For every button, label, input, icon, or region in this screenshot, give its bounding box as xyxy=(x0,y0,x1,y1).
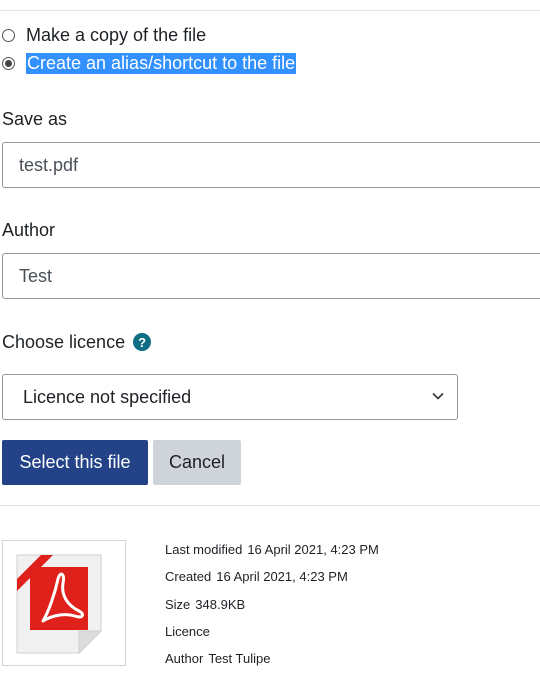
save-as-label: Save as xyxy=(2,109,68,129)
last-modified-label: Last modified xyxy=(165,542,243,557)
size-value: 348.9KB xyxy=(195,597,246,612)
meta-last-modified: Last modified 16 April 2021, 4:23 PM xyxy=(165,542,379,557)
author-value: Test xyxy=(19,265,53,286)
alias-radio[interactable] xyxy=(2,57,15,70)
file-thumbnail xyxy=(2,540,126,666)
meta-size: Size 348.9KB xyxy=(165,597,245,612)
copy-option[interactable]: Make a copy of the file xyxy=(2,25,206,46)
section-divider xyxy=(0,505,540,506)
size-label: Size xyxy=(165,597,191,612)
licence-meta-label: Licence xyxy=(165,624,210,639)
author-label: Author xyxy=(2,220,56,240)
select-file-button[interactable]: Select this file xyxy=(2,440,148,485)
meta-author: Author Test Tulipe xyxy=(165,651,270,666)
licence-select-value: Licence not specified xyxy=(23,386,192,407)
author-meta-label: Author xyxy=(165,651,204,666)
author-input[interactable]: Test xyxy=(2,253,540,299)
author-meta-value: Test Tulipe xyxy=(208,651,271,666)
cancel-button[interactable]: Cancel xyxy=(153,440,241,485)
save-as-input[interactable]: test.pdf xyxy=(2,142,540,188)
top-divider xyxy=(0,10,540,11)
chevron-down-icon xyxy=(432,392,444,400)
licence-select[interactable]: Licence not specified xyxy=(2,374,458,420)
created-value: 16 April 2021, 4:23 PM xyxy=(216,569,348,584)
created-label: Created xyxy=(165,569,212,584)
copy-option-label[interactable]: Make a copy of the file xyxy=(26,25,206,46)
meta-created: Created 16 April 2021, 4:23 PM xyxy=(165,569,348,584)
pdf-file-icon xyxy=(16,554,103,655)
meta-licence: Licence xyxy=(165,624,215,639)
licence-label-row: Choose licence? xyxy=(2,332,152,353)
copy-radio[interactable] xyxy=(2,29,15,42)
question-circle-icon[interactable]: ? xyxy=(133,333,152,352)
save-as-value: test.pdf xyxy=(19,154,79,175)
alias-option-label[interactable]: Create an alias/shortcut to the file xyxy=(26,53,297,74)
last-modified-value: 16 April 2021, 4:23 PM xyxy=(247,542,379,557)
alias-option[interactable]: Create an alias/shortcut to the file xyxy=(2,53,297,74)
licence-label: Choose licence xyxy=(2,332,126,352)
